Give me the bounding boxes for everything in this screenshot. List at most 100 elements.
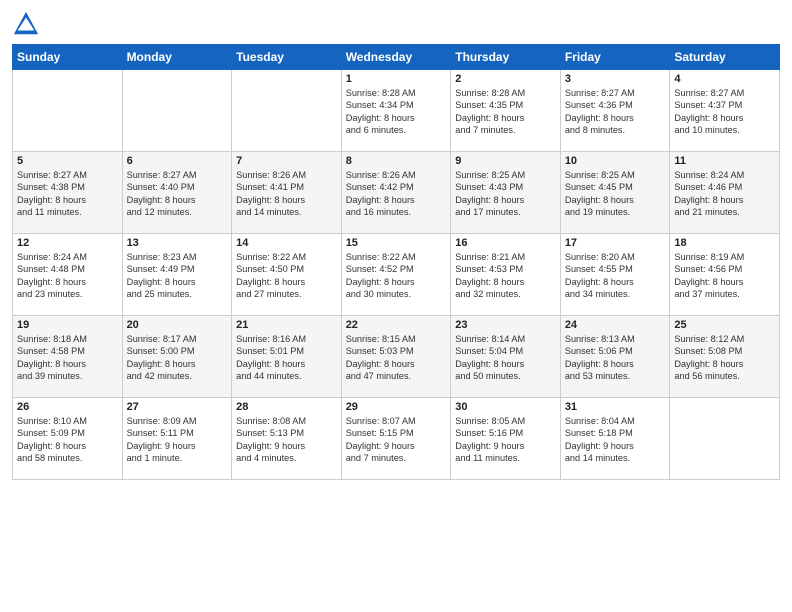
day-info: Sunrise: 8:25 AM Sunset: 4:45 PM Dayligh… — [565, 169, 666, 219]
day-info: Sunrise: 8:28 AM Sunset: 4:35 PM Dayligh… — [455, 87, 556, 137]
day-number: 16 — [455, 237, 556, 249]
calendar-cell: 18 Sunrise: 8:19 AM Sunset: 4:56 PM Dayli… — [670, 234, 780, 316]
day-info: Sunrise: 8:21 AM Sunset: 4:53 PM Dayligh… — [455, 251, 556, 301]
calendar-cell: 5 Sunrise: 8:27 AM Sunset: 4:38 PM Daylig… — [13, 152, 123, 234]
logo — [12, 10, 42, 38]
calendar-cell: 14 Sunrise: 8:22 AM Sunset: 4:50 PM Dayli… — [232, 234, 342, 316]
day-number: 25 — [674, 319, 775, 331]
calendar-cell — [232, 70, 342, 152]
calendar-table: SundayMondayTuesdayWednesdayThursdayFrid… — [12, 44, 780, 480]
header — [12, 10, 780, 38]
calendar-cell: 29 Sunrise: 8:07 AM Sunset: 5:15 PM Dayli… — [341, 398, 451, 480]
weekday-header: Thursday — [451, 45, 561, 70]
day-number: 6 — [127, 155, 228, 167]
day-number: 10 — [565, 155, 666, 167]
day-info: Sunrise: 8:07 AM Sunset: 5:15 PM Dayligh… — [346, 415, 447, 465]
calendar-cell: 7Sunrise: 8:26 AM Sunset: 4:41 PM Daylig… — [232, 152, 342, 234]
calendar-cell: 21Sunrise: 8:16 AM Sunset: 5:01 PM Dayli… — [232, 316, 342, 398]
calendar-cell: 30 Sunrise: 8:05 AM Sunset: 5:16 PM Dayli… — [451, 398, 561, 480]
day-info: Sunrise: 8:09 AM Sunset: 5:11 PM Dayligh… — [127, 415, 228, 465]
calendar-cell: 12 Sunrise: 8:24 AM Sunset: 4:48 PM Dayli… — [13, 234, 123, 316]
day-info: Sunrise: 8:17 AM Sunset: 5:00 PM Dayligh… — [127, 333, 228, 383]
calendar-cell: 24 Sunrise: 8:13 AM Sunset: 5:06 PM Dayli… — [560, 316, 670, 398]
day-number: 20 — [127, 319, 228, 331]
day-number: 18 — [674, 237, 775, 249]
day-number: 3 — [565, 73, 666, 85]
day-info: Sunrise: 8:13 AM Sunset: 5:06 PM Dayligh… — [565, 333, 666, 383]
day-number: 24 — [565, 319, 666, 331]
page-container: SundayMondayTuesdayWednesdayThursdayFrid… — [0, 0, 792, 612]
day-number: 11 — [674, 155, 775, 167]
day-info: Sunrise: 8:22 AM Sunset: 4:52 PM Dayligh… — [346, 251, 447, 301]
calendar-cell — [122, 70, 232, 152]
calendar-cell: 2 Sunrise: 8:28 AM Sunset: 4:35 PM Daylig… — [451, 70, 561, 152]
day-number: 22 — [346, 319, 447, 331]
day-number: 1 — [346, 73, 447, 85]
day-info: Sunrise: 8:19 AM Sunset: 4:56 PM Dayligh… — [674, 251, 775, 301]
week-row: 1 Sunrise: 8:28 AM Sunset: 4:34 PM Daylig… — [13, 70, 780, 152]
calendar-cell: 6 Sunrise: 8:27 AM Sunset: 4:40 PM Daylig… — [122, 152, 232, 234]
day-info: Sunrise: 8:20 AM Sunset: 4:55 PM Dayligh… — [565, 251, 666, 301]
day-info: Sunrise: 8:14 AM Sunset: 5:04 PM Dayligh… — [455, 333, 556, 383]
week-row: 12 Sunrise: 8:24 AM Sunset: 4:48 PM Dayli… — [13, 234, 780, 316]
day-info: Sunrise: 8:27 AM Sunset: 4:36 PM Dayligh… — [565, 87, 666, 137]
day-info: Sunrise: 8:27 AM Sunset: 4:40 PM Dayligh… — [127, 169, 228, 219]
week-row: 5 Sunrise: 8:27 AM Sunset: 4:38 PM Daylig… — [13, 152, 780, 234]
calendar-cell: 8 Sunrise: 8:26 AM Sunset: 4:42 PM Daylig… — [341, 152, 451, 234]
day-number: 7 — [236, 155, 337, 167]
day-number: 8 — [346, 155, 447, 167]
weekday-header: Monday — [122, 45, 232, 70]
calendar-cell — [670, 398, 780, 480]
calendar-cell: 17 Sunrise: 8:20 AM Sunset: 4:55 PM Dayli… — [560, 234, 670, 316]
day-info: Sunrise: 8:28 AM Sunset: 4:34 PM Dayligh… — [346, 87, 447, 137]
calendar-cell: 28 Sunrise: 8:08 AM Sunset: 5:13 PM Dayli… — [232, 398, 342, 480]
day-number: 30 — [455, 401, 556, 413]
calendar-cell: 11Sunrise: 8:24 AM Sunset: 4:46 PM Dayli… — [670, 152, 780, 234]
day-info: Sunrise: 8:04 AM Sunset: 5:18 PM Dayligh… — [565, 415, 666, 465]
day-info: Sunrise: 8:15 AM Sunset: 5:03 PM Dayligh… — [346, 333, 447, 383]
day-number: 26 — [17, 401, 118, 413]
day-info: Sunrise: 8:08 AM Sunset: 5:13 PM Dayligh… — [236, 415, 337, 465]
day-info: Sunrise: 8:05 AM Sunset: 5:16 PM Dayligh… — [455, 415, 556, 465]
calendar-cell: 22 Sunrise: 8:15 AM Sunset: 5:03 PM Dayli… — [341, 316, 451, 398]
calendar-cell: 25 Sunrise: 8:12 AM Sunset: 5:08 PM Dayli… — [670, 316, 780, 398]
day-info: Sunrise: 8:18 AM Sunset: 4:58 PM Dayligh… — [17, 333, 118, 383]
day-info: Sunrise: 8:24 AM Sunset: 4:48 PM Dayligh… — [17, 251, 118, 301]
day-number: 28 — [236, 401, 337, 413]
day-number: 5 — [17, 155, 118, 167]
day-number: 12 — [17, 237, 118, 249]
day-number: 23 — [455, 319, 556, 331]
calendar-cell: 16 Sunrise: 8:21 AM Sunset: 4:53 PM Dayli… — [451, 234, 561, 316]
day-info: Sunrise: 8:23 AM Sunset: 4:49 PM Dayligh… — [127, 251, 228, 301]
weekday-header: Saturday — [670, 45, 780, 70]
day-info: Sunrise: 8:10 AM Sunset: 5:09 PM Dayligh… — [17, 415, 118, 465]
day-number: 4 — [674, 73, 775, 85]
weekday-header: Friday — [560, 45, 670, 70]
calendar-cell: 9Sunrise: 8:25 AM Sunset: 4:43 PM Daylig… — [451, 152, 561, 234]
calendar-cell: 19 Sunrise: 8:18 AM Sunset: 4:58 PM Dayli… — [13, 316, 123, 398]
calendar-cell: 27Sunrise: 8:09 AM Sunset: 5:11 PM Dayli… — [122, 398, 232, 480]
week-row: 26 Sunrise: 8:10 AM Sunset: 5:09 PM Dayli… — [13, 398, 780, 480]
day-number: 2 — [455, 73, 556, 85]
day-info: Sunrise: 8:26 AM Sunset: 4:42 PM Dayligh… — [346, 169, 447, 219]
calendar-cell: 1 Sunrise: 8:28 AM Sunset: 4:34 PM Daylig… — [341, 70, 451, 152]
day-number: 14 — [236, 237, 337, 249]
day-number: 19 — [17, 319, 118, 331]
calendar-cell — [13, 70, 123, 152]
week-row: 19 Sunrise: 8:18 AM Sunset: 4:58 PM Dayli… — [13, 316, 780, 398]
day-number: 15 — [346, 237, 447, 249]
day-info: Sunrise: 8:22 AM Sunset: 4:50 PM Dayligh… — [236, 251, 337, 301]
day-info: Sunrise: 8:27 AM Sunset: 4:37 PM Dayligh… — [674, 87, 775, 137]
day-number: 17 — [565, 237, 666, 249]
calendar-cell: 23 Sunrise: 8:14 AM Sunset: 5:04 PM Dayli… — [451, 316, 561, 398]
calendar-cell: 13Sunrise: 8:23 AM Sunset: 4:49 PM Dayli… — [122, 234, 232, 316]
calendar-cell: 3 Sunrise: 8:27 AM Sunset: 4:36 PM Daylig… — [560, 70, 670, 152]
day-info: Sunrise: 8:27 AM Sunset: 4:38 PM Dayligh… — [17, 169, 118, 219]
calendar-cell: 4 Sunrise: 8:27 AM Sunset: 4:37 PM Daylig… — [670, 70, 780, 152]
day-number: 29 — [346, 401, 447, 413]
calendar-cell: 20 Sunrise: 8:17 AM Sunset: 5:00 PM Dayli… — [122, 316, 232, 398]
day-info: Sunrise: 8:12 AM Sunset: 5:08 PM Dayligh… — [674, 333, 775, 383]
weekday-header: Sunday — [13, 45, 123, 70]
calendar-cell: 15 Sunrise: 8:22 AM Sunset: 4:52 PM Dayli… — [341, 234, 451, 316]
weekday-header: Wednesday — [341, 45, 451, 70]
